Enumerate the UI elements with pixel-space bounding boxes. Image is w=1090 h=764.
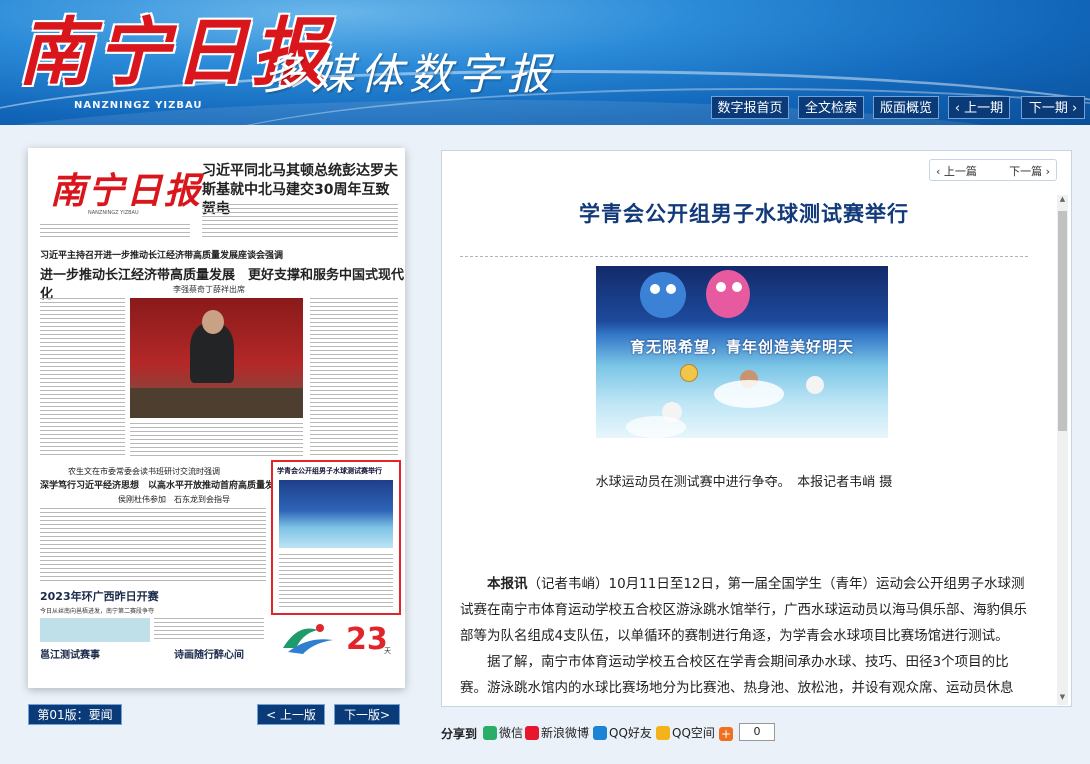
water-polo-ball — [680, 364, 698, 382]
share-label: 分享到 — [441, 727, 478, 741]
header-slogan: 多媒体数字报 — [262, 50, 556, 100]
scroll-down-icon[interactable]: ▼ — [1057, 693, 1068, 705]
article-panel: ‹ 上一篇 下一篇 › 学青会公开组男子水球测试赛举行 育无限希望，青年创造美好… — [441, 150, 1072, 707]
article-nav: ‹ 上一篇 下一篇 › — [929, 159, 1057, 181]
mascot-eye — [716, 282, 726, 292]
lead-marker: 本报讯 — [487, 576, 528, 592]
article-title: 学青会公开组男子水球测试赛举行 — [579, 202, 909, 226]
previous-article-link[interactable]: ‹ 上一篇 — [936, 163, 977, 179]
text-block — [40, 298, 125, 458]
article-paragraph: 本报讯（记者韦峭）10月11日至12日，第一届全国学生（青年）运动会公开组男子水… — [460, 571, 1028, 649]
desk — [130, 388, 303, 418]
share-wechat[interactable]: 微信 — [483, 724, 523, 740]
page-main-photo[interactable] — [130, 298, 303, 418]
previous-page-button[interactable]: < 上一版 — [257, 704, 325, 725]
text-block — [40, 224, 190, 238]
text-block — [202, 204, 398, 240]
countdown-number: 23 — [346, 622, 388, 657]
next-page-button[interactable]: 下一版> — [334, 704, 400, 725]
share-item-label: 新浪微博 — [541, 726, 590, 740]
paragraph-text: （记者韦峭）10月11日至12日，第一届全国学生（青年）运动会公开组男子水球测试… — [460, 576, 1027, 644]
text-block — [130, 423, 303, 459]
scroll-up-icon[interactable]: ▲ — [1057, 195, 1068, 207]
mascot-eye — [666, 284, 676, 294]
water-splash — [714, 380, 784, 408]
share-item-label: QQ好友 — [609, 726, 652, 740]
next-issue-button[interactable]: 下一期 › — [1021, 96, 1085, 119]
article-scrollbar[interactable]: ▲ ▼ — [1057, 195, 1068, 705]
text-block — [279, 554, 393, 609]
page-tour-photo — [40, 618, 150, 642]
page-bottom-headline[interactable]: 邕江测试赛事 — [40, 646, 100, 661]
text-block — [310, 298, 398, 458]
fulltext-search-button[interactable]: 全文检索 — [798, 96, 864, 119]
page-logo-en: NANZNINGZ YIZBAU — [88, 210, 139, 216]
article-photo[interactable]: 育无限希望，青年创造美好明天 — [596, 266, 888, 438]
page-sub-kicker: 农生文在市委常委会读书班研讨交流时强调 — [68, 467, 220, 476]
player-cap — [806, 376, 824, 394]
page-thumbnail[interactable]: 南宁日报 NANZNINGZ YIZBAU 习近平同北马其顿总统彭达罗夫斯基就中… — [28, 148, 405, 688]
page-sub-byline: 侯刚杜伟参加 石东龙到会指导 — [118, 495, 230, 504]
share-item-label: 微信 — [499, 726, 524, 740]
games-logo-icon — [283, 624, 333, 654]
page-tour-headline-link[interactable]: 2023年环广西昨日开赛 — [40, 588, 159, 604]
page-main-headline-link[interactable]: 进一步推动长江经济带高质量发展 更好支撑和服务中国式现代化 — [40, 264, 405, 302]
text-block — [40, 508, 266, 584]
text-block — [154, 618, 264, 642]
page-kicker: 习近平主持召开进一步推动长江经济带高质量发展座谈会强调 — [40, 251, 284, 261]
countdown-unit: 天 — [384, 647, 391, 655]
plus-icon: + — [719, 727, 733, 741]
weibo-icon — [525, 726, 539, 740]
page-bottom-headline[interactable]: 诗画随行醉心间 — [174, 646, 244, 661]
share-item-label: QQ空间 — [672, 726, 715, 740]
share-more[interactable]: + — [719, 724, 735, 741]
article-paragraph: 据了解，南宁市体育运动学校五合校区在学青会期间承办水球、技巧、田径3个项目的比赛… — [460, 654, 1014, 696]
share-weibo[interactable]: 新浪微博 — [525, 724, 589, 740]
share-qq-friend[interactable]: QQ好友 — [593, 724, 652, 740]
page-byline: 李强蔡奇丁薛祥出席 — [173, 285, 245, 294]
page-logo: 南宁日报 — [50, 170, 203, 212]
next-article-link[interactable]: 下一篇 › — [1009, 163, 1050, 179]
scroll-thumb[interactable] — [1058, 211, 1067, 431]
page-tour-subtitle: 今日从丝南向邕梧进发，南宁第二赛段争夺 — [40, 608, 155, 615]
article-body: 本报讯（记者韦峭）10月11日至12日，第一届全国学生（青年）运动会公开组男子水… — [460, 571, 1028, 706]
water-splash — [626, 416, 686, 438]
layout-overview-button[interactable]: 版面概览 — [873, 96, 939, 119]
wechat-icon — [483, 726, 497, 740]
share-qzone[interactable]: QQ空间 — [656, 724, 715, 740]
previous-issue-button[interactable]: ‹ 上一期 — [948, 96, 1010, 119]
current-page-label[interactable]: 第01版：要闻 — [28, 704, 122, 725]
mascot-right — [706, 270, 750, 318]
highlight-photo — [279, 480, 393, 548]
title-divider — [460, 256, 1028, 257]
share-count: 0 — [739, 723, 775, 741]
person-head — [202, 310, 224, 334]
photo-caption: 水球运动员在测试赛中进行争夺。 本报记者韦峭 摄 — [595, 475, 893, 490]
page-sub-headline-link[interactable]: 深学笃行习近平经济思想 以高水平开放推动首府高质量发展 — [40, 478, 283, 491]
qq-icon — [593, 726, 607, 740]
mascot-left — [640, 272, 686, 318]
page-article-highlight[interactable]: 学青会公开组男子水球测试赛举行 — [271, 460, 401, 615]
qzone-icon — [656, 726, 670, 740]
mascot-eye — [732, 282, 742, 292]
home-button[interactable]: 数字报首页 — [711, 96, 789, 119]
photo-banner-text: 育无限希望，青年创造美好明天 — [629, 338, 854, 356]
masthead: 南宁日报 NANZNINGZ YIZBAU 多媒体数字报 数字报首页 全文检索 … — [0, 0, 1090, 125]
newspaper-logo-en: NANZNINGZ YIZBAU — [74, 100, 203, 111]
mascot-eye — [650, 284, 660, 294]
highlight-title: 学青会公开组男子水球测试赛举行 — [277, 467, 382, 475]
